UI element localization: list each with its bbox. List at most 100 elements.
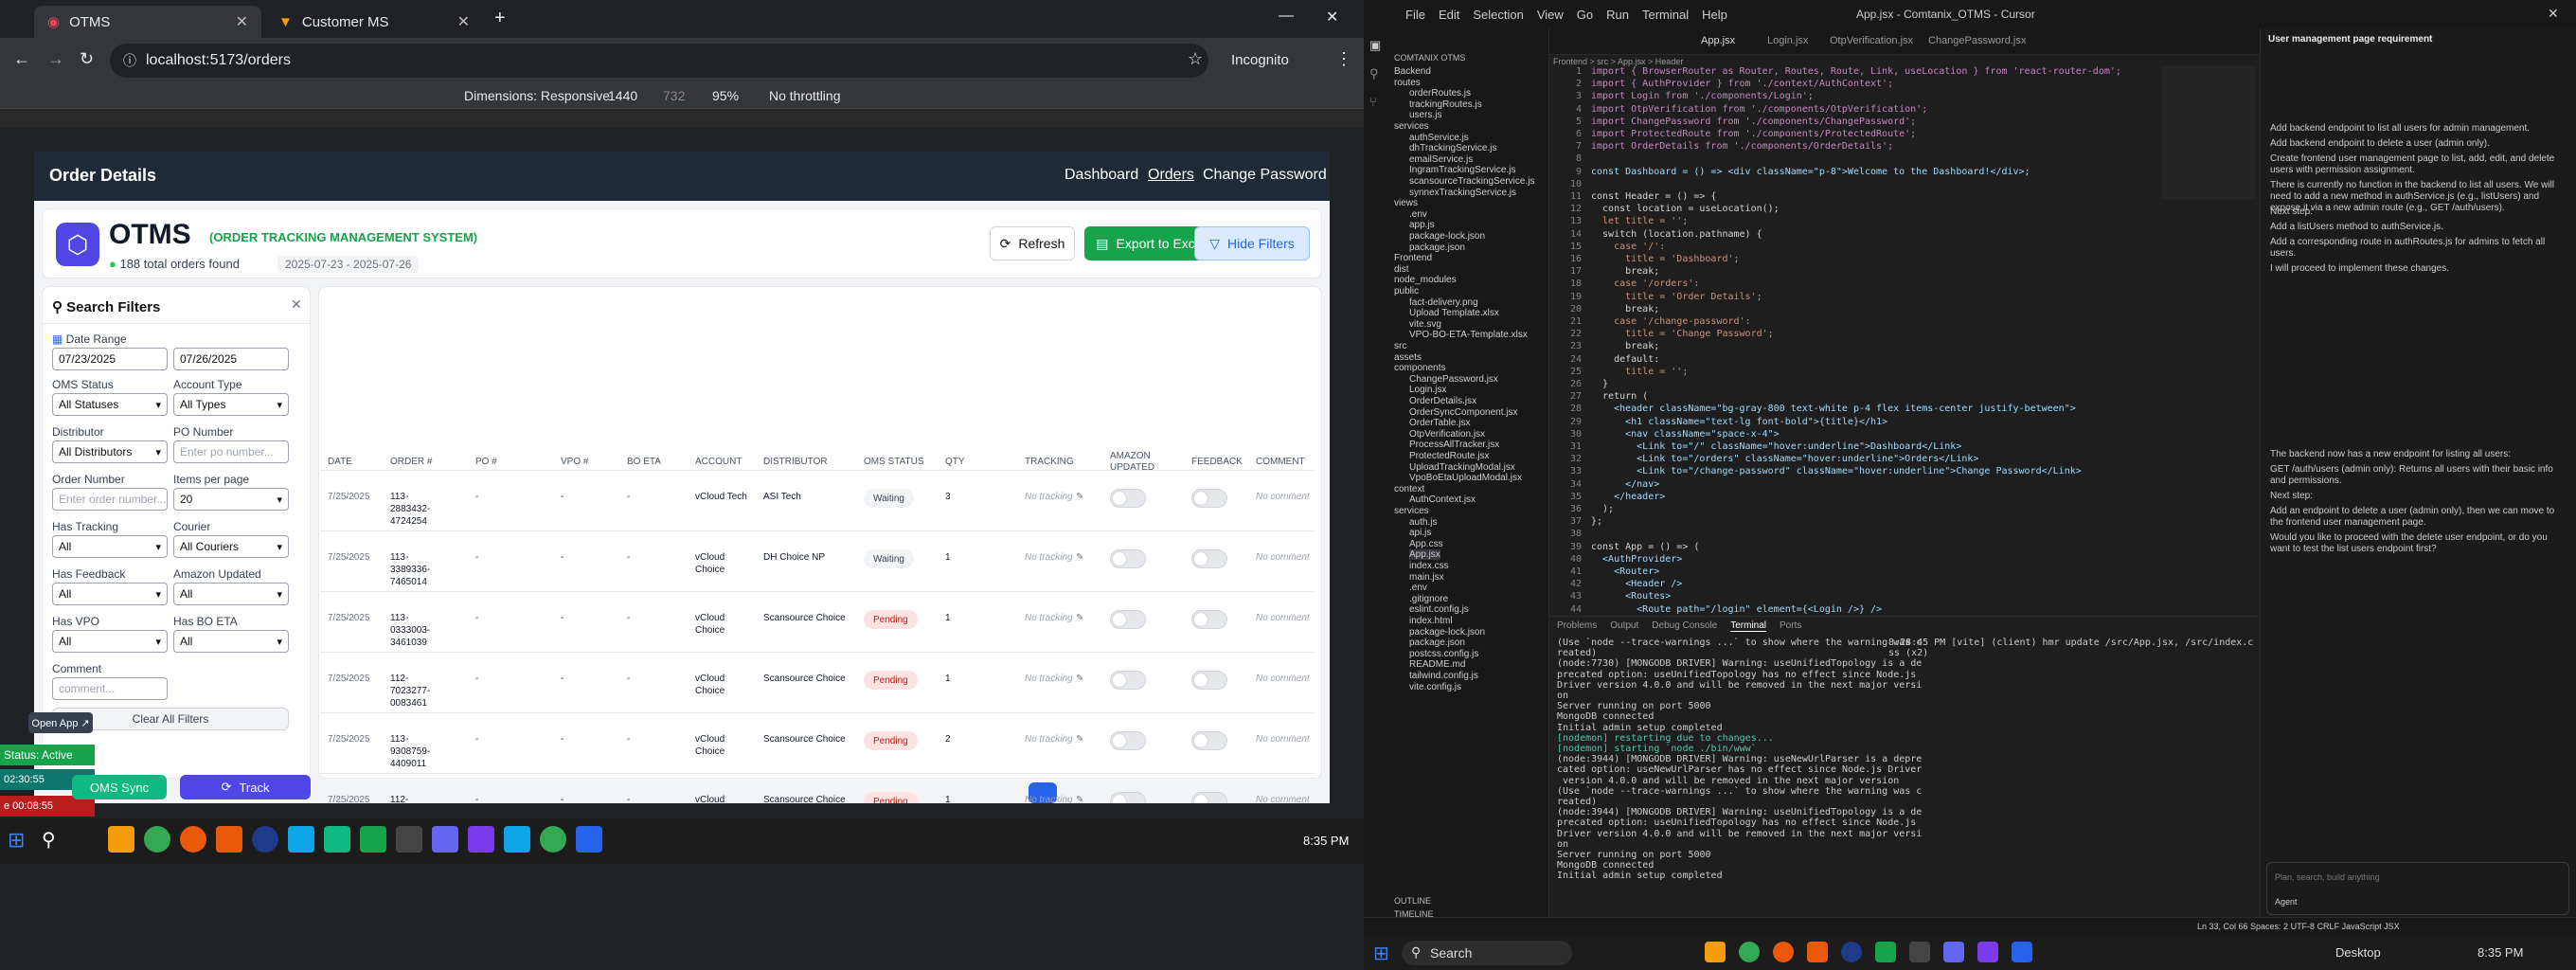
menu-item[interactable]: Edit [1439,8,1459,22]
code-line[interactable]: title = 'Dashboard'; [1591,254,1739,264]
file-item[interactable]: orderRoutes.js [1409,88,1471,99]
search-icon[interactable]: ⚲ [1369,66,1379,81]
date-to-input[interactable]: 07/26/2025 [173,348,289,370]
panel-tab[interactable]: Problems [1557,620,1597,632]
chat-input[interactable]: Plan, search, build anything Agent [2266,862,2569,915]
height-input[interactable]: 732 [663,88,685,103]
tab-customer-ms[interactable]: ▼ Customer MS ✕ [265,6,483,38]
file-item[interactable]: App.css [1409,539,1443,549]
forward-icon[interactable]: → [47,49,64,69]
code-line[interactable]: case '/': [1591,242,1665,252]
code-line[interactable]: const Dashboard = () => <div className="… [1591,167,2030,177]
file-item[interactable]: trackingRoutes.js [1409,99,1482,110]
tab-otms[interactable]: ◉ OTMS ✕ [34,6,261,38]
file-item[interactable]: OrderTable.jsx [1409,418,1470,428]
teams-icon[interactable] [1943,942,1964,962]
file-item[interactable]: AuthContext.jsx [1409,494,1476,505]
file-item[interactable]: OtpVerification.jsx [1409,429,1485,440]
file-item[interactable]: emailService.js [1409,154,1473,165]
folder-item[interactable]: views [1394,198,1418,208]
file-item[interactable]: IngramTrackingService.js [1409,165,1515,175]
file-item[interactable]: ProtectedRoute.jsx [1409,451,1490,461]
terminal-output-frontend[interactable]: 8:28:45 PM [vite] (client) hmr update /s… [1888,638,2253,658]
folder-item[interactable]: context [1394,484,1424,494]
folder-item[interactable]: routes [1394,78,1421,88]
track-button[interactable]: ⟳ Track [180,775,311,799]
feedback-toggle[interactable] [1191,731,1227,750]
code-line[interactable]: ); [1591,504,1614,514]
code-line[interactable]: <nav className="space-x-4"> [1591,429,1780,440]
panel-tab[interactable]: Output [1610,620,1638,632]
width-input[interactable]: 1440 [608,88,637,103]
code-line[interactable]: let title = ''; [1591,216,1688,226]
col-distributor[interactable]: DISTRIBUTOR [763,457,828,467]
code-line[interactable]: <AuthProvider> [1591,554,1682,565]
date-from-input[interactable]: 07/23/2025 [52,348,168,370]
order-number-input[interactable]: Enter order number... [52,488,168,511]
agent-select[interactable]: Agent [2275,897,2298,907]
back-icon[interactable]: ← [13,49,30,69]
excel-icon[interactable] [1875,942,1896,962]
col-oms-status[interactable]: OMS STATUS [864,457,924,467]
file-item[interactable]: package.json [1409,638,1465,648]
menu-item[interactable]: Selection [1473,8,1523,22]
code-line[interactable]: <h1 className="text-lg font-bold">{title… [1591,417,1887,427]
firefox-icon[interactable] [180,826,206,853]
feedback-toggle[interactable] [1191,489,1227,508]
onenote-icon[interactable] [468,826,494,853]
folder-item[interactable]: services [1394,121,1429,132]
code-line[interactable]: break; [1591,304,1659,314]
col-date[interactable]: DATE [328,457,352,467]
zoom-select[interactable]: 95% [712,88,739,103]
file-item[interactable]: .gitignore [1409,594,1448,604]
code-line[interactable]: title = 'Order Details'; [1591,292,1762,302]
amazon-updated-toggle[interactable] [1110,610,1146,629]
file-item[interactable]: package.json [1409,242,1465,253]
file-item[interactable]: synnexTrackingService.js [1409,188,1516,198]
hide-filters-button[interactable]: ▽ Hide Filters [1194,226,1310,260]
tab-app-jsx[interactable]: App.jsx [1701,35,1735,46]
folder-item[interactable]: public [1394,286,1419,296]
folder-item[interactable]: dist [1394,264,1409,275]
reload-icon[interactable]: ↻ [80,49,94,69]
onenote-icon[interactable] [1977,942,1998,962]
file-item[interactable]: ChangePassword.jsx [1409,374,1498,385]
code-line[interactable]: import { BrowserRouter as Router, Routes… [1591,66,2121,77]
source-control-icon[interactable]: ⑂ [1369,95,1377,109]
panel-tab[interactable]: Debug Console [1652,620,1717,632]
col-feedback[interactable]: FEEDBACK [1191,457,1243,467]
edit-tracking-icon[interactable]: ✎ [1076,794,1083,803]
menu-item[interactable]: Terminal [1642,8,1689,22]
folder-item[interactable]: Backend [1394,66,1431,77]
file-item[interactable]: ProcessAllTracker.jsx [1409,440,1499,450]
throttling-select[interactable]: No throttling [769,88,840,103]
close-filters-icon[interactable]: ✕ [291,296,302,313]
vscode-icon[interactable] [576,826,602,853]
col-po[interactable]: PO # [475,457,497,467]
close-tab-icon[interactable]: ✕ [457,12,470,31]
menu-item[interactable]: File [1405,8,1425,22]
code-line[interactable]: import Login from './components/Login'; [1591,91,1814,101]
vscode-icon[interactable] [2012,942,2032,962]
feedback-toggle[interactable] [1191,610,1227,629]
open-app-button[interactable]: Open App ↗ [28,712,93,733]
col-bo-eta[interactable]: BO ETA [627,457,661,467]
oms-status-select[interactable]: All Statuses [52,393,168,416]
amazon-updated-toggle[interactable] [1110,731,1146,750]
code-line[interactable]: <header className="bg-gray-800 text-whit… [1591,404,2076,414]
file-item[interactable]: OrderDetails.jsx [1409,396,1476,406]
has-bo-eta-select[interactable]: All [173,630,289,653]
app-icon[interactable] [504,826,530,853]
code-line[interactable]: title = 'Change Password'; [1591,329,1774,339]
code-line[interactable]: <Link to="/" className="hover:underline"… [1591,441,1961,452]
code-line[interactable]: import ChangePassword from './components… [1591,117,1916,127]
comment-input[interactable]: comment... [52,677,168,700]
code-line[interactable]: case '/orders': [1591,278,1699,289]
windows-start-icon[interactable]: ⊞ [1373,942,1389,965]
amazon-updated-toggle[interactable] [1110,792,1146,803]
code-line[interactable]: switch (location.pathname) { [1591,229,1762,240]
minimize-icon[interactable]: — [1279,8,1294,25]
terminal-output-backend[interactable]: (Use `node --trace-warnings ...` to show… [1557,638,1922,882]
dimensions-select[interactable]: Dimensions: Responsive [464,88,610,103]
col-tracking[interactable]: TRACKING [1025,457,1074,467]
